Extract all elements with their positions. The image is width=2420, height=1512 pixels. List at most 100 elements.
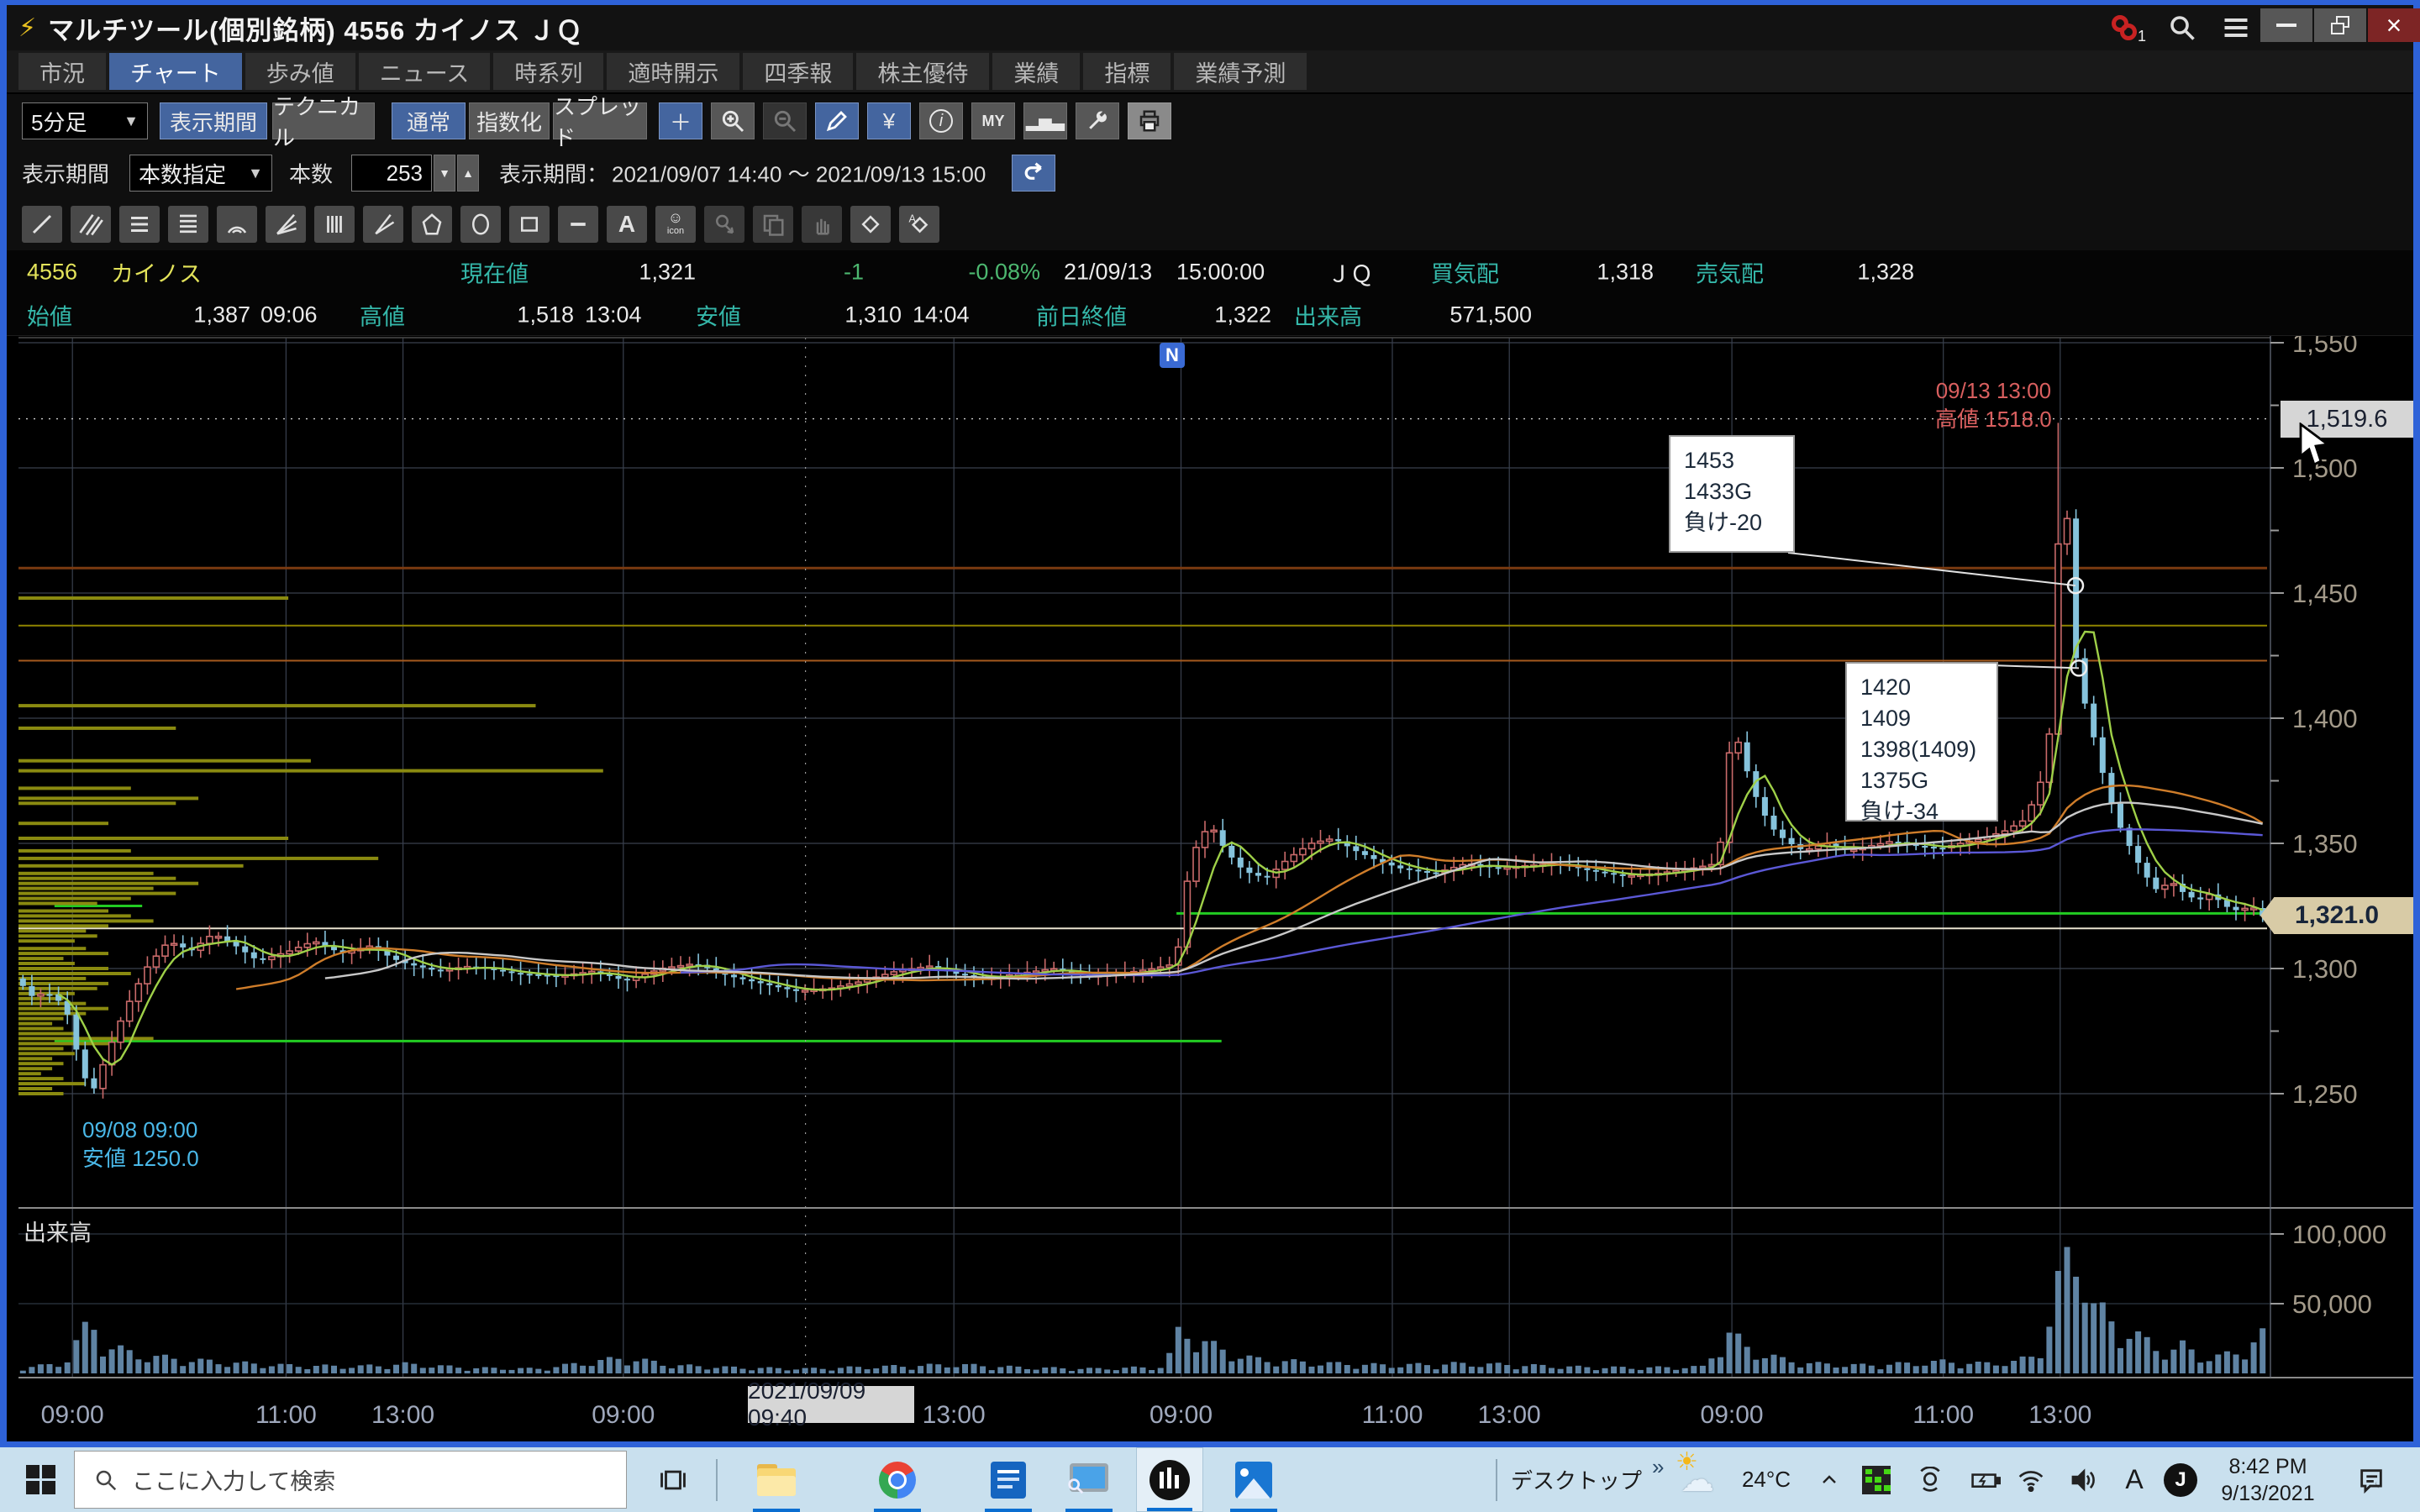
count-step-down-button[interactable]: ▼	[434, 155, 455, 192]
horizontal-lines-3-tool[interactable]	[119, 206, 160, 243]
crosshair-button[interactable]: ＋	[659, 102, 702, 139]
taskbar-search-input[interactable]: ここに入力して検索	[74, 1451, 627, 1509]
desktop-toolbar-label[interactable]: デスクトップ	[1511, 1447, 1645, 1512]
volume-tray-icon[interactable]	[2060, 1447, 2107, 1512]
tray-led-app-icon[interactable]	[1855, 1447, 1897, 1512]
close-button[interactable]: ×	[2368, 8, 2420, 42]
horizontal-segment-tool[interactable]	[558, 206, 598, 243]
svg-text:11:00: 11:00	[1912, 1401, 1974, 1429]
indexed-mode-button[interactable]: 指数化	[469, 102, 550, 139]
svg-text:13:00: 13:00	[371, 1401, 434, 1429]
minimize-button[interactable]	[2260, 8, 2312, 42]
spread-mode-button[interactable]: スプレッド	[553, 102, 647, 139]
trade-note-box-2[interactable]: 1420 1409 1398(1409) 1375G 負け-34	[1845, 662, 1998, 822]
tab-shikiho[interactable]: 四季報	[743, 53, 853, 90]
erase-all-tool[interactable]: A	[899, 206, 939, 243]
svg-text:09:00: 09:00	[1701, 1401, 1764, 1429]
trading-app-icon[interactable]	[1136, 1447, 1203, 1512]
trade-note-box-1[interactable]: 1453 1433G 負け-20	[1669, 435, 1795, 553]
ime-mode-a[interactable]: A	[2116, 1447, 2153, 1512]
low-label: 安値	[696, 298, 741, 331]
svg-text:50,000: 50,000	[2292, 1289, 2372, 1319]
tab-indicators[interactable]: 指標	[1083, 53, 1171, 90]
technical-button[interactable]: テクニカル	[272, 102, 375, 139]
text-tool[interactable]: A	[607, 206, 647, 243]
tab-benefit[interactable]: 株主優待	[856, 53, 989, 90]
taskbar-separator	[716, 1459, 718, 1501]
ime-mode-j[interactable]: J	[2158, 1447, 2203, 1512]
icon-stamp-tool[interactable]: ☺icon	[655, 206, 696, 243]
action-center-icon[interactable]	[2344, 1447, 2398, 1512]
ellipse-tool[interactable]	[460, 206, 501, 243]
settings-wrench-button[interactable]	[1076, 102, 1119, 139]
timeframe-select[interactable]: 5分足▼	[22, 102, 148, 139]
stock-name: カイノス	[111, 256, 202, 289]
reset-period-button[interactable]	[1012, 155, 1055, 192]
svg-text:09:00: 09:00	[41, 1401, 104, 1429]
speed-lines-tool[interactable]	[363, 206, 403, 243]
eraser-tool[interactable]	[850, 206, 891, 243]
vertical-lines-tool[interactable]	[314, 206, 355, 243]
restore-button[interactable]	[2314, 8, 2366, 42]
bar-count-label: 本数	[289, 158, 333, 189]
link-group-icon[interactable]: 1	[2106, 9, 2151, 46]
fan-lines-tool[interactable]	[266, 206, 306, 243]
tab-news[interactable]: ニュース	[359, 53, 491, 90]
price-volume-chart[interactable]: 1,5501,5001,4501,4001,3501,3001,250100,0…	[7, 336, 2413, 1441]
toolbar-chevrons[interactable]: »	[1652, 1454, 1664, 1480]
webcam-tray-icon[interactable]	[1909, 1447, 1951, 1512]
my-indicator-button[interactable]: MY	[971, 102, 1015, 139]
start-button[interactable]	[13, 1447, 67, 1512]
weather-icon[interactable]: ☀ ☁	[1674, 1447, 1721, 1512]
fibonacci-arc-tool[interactable]	[217, 206, 257, 243]
title-bar[interactable]: ⚡ マルチツール(個別銘柄) 4556 カイノス ＪＱ 1 ×	[7, 5, 2413, 50]
area-chart-button[interactable]: ▂▅▃	[1023, 102, 1067, 139]
horizontal-lines-4-tool[interactable]	[168, 206, 208, 243]
display-period-button[interactable]: 表示期間	[160, 102, 267, 139]
photos-app-icon[interactable]	[1220, 1447, 1287, 1512]
pentagon-tool[interactable]	[412, 206, 452, 243]
yen-scale-button[interactable]: ¥	[867, 102, 911, 139]
windows-taskbar: ここに入力して検索	[0, 1447, 2420, 1512]
tab-market[interactable]: 市況	[18, 53, 106, 90]
quote-time: 15:00:00	[1176, 260, 1265, 286]
range-label: 表示期間：	[499, 158, 608, 189]
parallel-lines-tool[interactable]	[71, 206, 111, 243]
temperature-label[interactable]: 24°C	[1724, 1447, 1808, 1512]
task-view-button[interactable]	[644, 1447, 702, 1512]
draw-pencil-button[interactable]	[815, 102, 859, 139]
tab-chart[interactable]: チャート	[109, 53, 242, 90]
info-button[interactable]: i	[919, 102, 963, 139]
print-button[interactable]	[1128, 102, 1171, 139]
file-explorer-icon[interactable]	[743, 1447, 810, 1512]
taskbar-separator	[1496, 1459, 1497, 1501]
normal-mode-button[interactable]: 通常	[392, 102, 466, 139]
news-marker-badge[interactable]: N	[1160, 343, 1185, 368]
hidden-icons-chevron[interactable]	[1808, 1447, 1850, 1512]
open-time: 09:06	[260, 302, 318, 328]
search-icon[interactable]	[2160, 9, 2205, 46]
ask-label: 売気配	[1696, 256, 1764, 289]
clock[interactable]: 8:42 PM 9/13/2021	[2213, 1447, 2323, 1512]
wifi-tray-icon[interactable]	[2010, 1447, 2052, 1512]
screen-capture-app-icon[interactable]	[1055, 1447, 1123, 1512]
menu-icon[interactable]	[2213, 9, 2259, 46]
tab-timeseries[interactable]: 時系列	[493, 53, 603, 90]
chrome-icon[interactable]	[864, 1447, 931, 1512]
tab-forecast[interactable]: 業績予測	[1174, 53, 1307, 90]
tab-results[interactable]: 業績	[992, 53, 1080, 90]
period-mode-select[interactable]: 本数指定▼	[129, 155, 272, 192]
mouse-cursor	[2297, 423, 2331, 466]
last-price-tag: 1,321.0	[2260, 897, 2413, 934]
battery-tray-icon[interactable]	[1963, 1447, 2008, 1512]
count-step-up-button[interactable]: ▲	[457, 155, 479, 192]
zoom-in-button[interactable]	[711, 102, 755, 139]
svg-text:13:00: 13:00	[2028, 1401, 2091, 1429]
bar-count-input[interactable]: 253	[351, 155, 432, 192]
tab-disclosure[interactable]: 適時開示	[607, 53, 739, 90]
trendline-tool[interactable]	[22, 206, 62, 243]
document-app-icon[interactable]	[975, 1447, 1042, 1512]
copy-object-tool	[753, 206, 793, 243]
tab-ticks[interactable]: 歩み値	[245, 53, 355, 90]
rectangle-tool[interactable]	[509, 206, 550, 243]
